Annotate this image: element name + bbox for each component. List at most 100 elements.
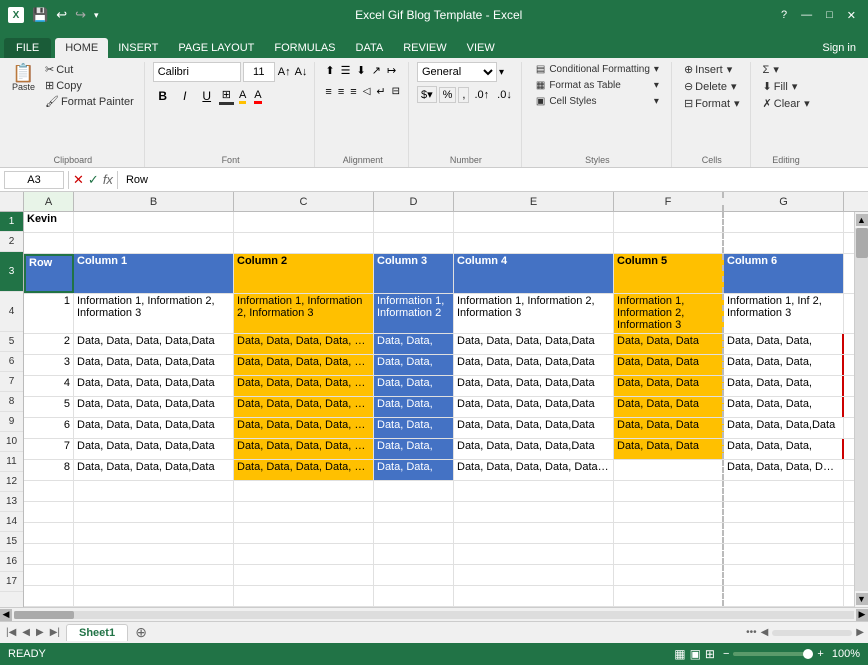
cell-a14[interactable] — [24, 523, 74, 543]
cell-a7[interactable]: 4 — [24, 376, 74, 396]
cell-d6[interactable]: Data, Data, — [374, 355, 454, 375]
cell-c17[interactable] — [234, 586, 374, 606]
cell-g6[interactable]: Data, Data, Data, — [724, 355, 844, 375]
scroll-left-btn[interactable]: ◀ — [0, 609, 12, 621]
cell-a13[interactable] — [24, 502, 74, 522]
percent-btn[interactable]: % — [439, 87, 457, 103]
insert-btn[interactable]: ⊕ Insert ▾ — [680, 62, 736, 77]
zoom-in-btn[interactable]: + — [817, 648, 823, 660]
cell-b15[interactable] — [74, 544, 234, 564]
restore-btn[interactable]: □ — [822, 7, 837, 23]
delete-btn[interactable]: ⊖ Delete ▾ — [680, 79, 741, 94]
cell-a4[interactable]: 1 — [24, 294, 74, 333]
cell-g15[interactable] — [724, 544, 844, 564]
cell-g8[interactable]: Data, Data, Data, — [724, 397, 844, 417]
last-sheet-btn[interactable]: ▶| — [48, 625, 62, 640]
cell-c8[interactable]: Data, Data, Data, Data, Data, — [234, 397, 374, 417]
cell-d11[interactable]: Data, Data, — [374, 460, 454, 480]
cell-c7[interactable]: Data, Data, Data, Data, Data, — [234, 376, 374, 396]
cell-d15[interactable] — [374, 544, 454, 564]
insert-function-btn[interactable]: fx — [103, 172, 113, 187]
cell-e13[interactable] — [454, 502, 614, 522]
row-num-1[interactable]: 1 — [0, 212, 23, 232]
sign-in-btn[interactable]: Sign in — [814, 38, 864, 58]
normal-view-btn[interactable]: ▦ — [674, 647, 685, 661]
indent-btn[interactable]: ↦ — [385, 62, 398, 79]
cell-e17[interactable] — [454, 586, 614, 606]
cell-c9[interactable]: Data, Data, Data, Data, Data, — [234, 418, 374, 438]
minimize-btn[interactable]: — — [797, 7, 816, 23]
cell-f14[interactable] — [614, 523, 724, 543]
underline-btn[interactable]: U — [197, 86, 217, 106]
next-sheet-btn[interactable]: ▶ — [34, 625, 46, 640]
italic-btn[interactable]: I — [175, 86, 195, 106]
cell-ref-input[interactable] — [4, 171, 64, 189]
cell-f4[interactable]: Information 1, Information 2, Informatio… — [614, 294, 724, 333]
row-num-17[interactable]: 17 — [0, 572, 23, 592]
cell-f15[interactable] — [614, 544, 724, 564]
format-painter-btn[interactable]: 🖌 Format Painter — [41, 94, 138, 109]
cell-g5[interactable]: Data, Data, Data, — [724, 334, 844, 354]
cell-g14[interactable] — [724, 523, 844, 543]
cell-c6[interactable]: Data, Data, Data, Data, Data, — [234, 355, 374, 375]
cell-c3[interactable]: Column 2 — [234, 254, 374, 293]
increase-font-btn[interactable]: A↑ — [277, 65, 292, 79]
cell-e14[interactable] — [454, 523, 614, 543]
bold-btn[interactable]: B — [153, 86, 173, 106]
conditional-formatting-btn[interactable]: ▤ Conditional Formatting ▾ — [530, 62, 665, 77]
format-btn[interactable]: ⊟ Format ▾ — [680, 96, 744, 111]
add-sheet-btn[interactable]: ⊕ — [132, 624, 150, 642]
h-scroll-right[interactable]: ▶ — [856, 627, 864, 638]
cell-b14[interactable] — [74, 523, 234, 543]
row-num-4[interactable]: 4 — [0, 292, 23, 332]
fill-color-btn[interactable]: A — [236, 88, 249, 105]
cell-g7[interactable]: Data, Data, Data, — [724, 376, 844, 396]
cell-b10[interactable]: Data, Data, Data, Data,Data — [74, 439, 234, 459]
align-top-btn[interactable]: ⬆ — [323, 62, 336, 79]
cell-e16[interactable] — [454, 565, 614, 585]
cell-a6[interactable]: 3 — [24, 355, 74, 375]
page-break-btn[interactable]: ⊞ — [705, 647, 715, 661]
tab-review[interactable]: REVIEW — [393, 38, 456, 58]
cell-e15[interactable] — [454, 544, 614, 564]
cell-e12[interactable] — [454, 481, 614, 501]
row-num-6[interactable]: 6 — [0, 352, 23, 372]
cell-f6[interactable]: Data, Data, Data — [614, 355, 724, 375]
tab-formulas[interactable]: FORMULAS — [264, 38, 345, 58]
cell-e2[interactable] — [454, 233, 614, 253]
cell-e9[interactable]: Data, Data, Data, Data,Data — [454, 418, 614, 438]
thousands-btn[interactable]: , — [458, 87, 469, 103]
cell-c1[interactable] — [234, 212, 374, 232]
cell-c12[interactable] — [234, 481, 374, 501]
scroll-right-btn[interactable]: ▶ — [856, 609, 868, 621]
cell-g12[interactable] — [724, 481, 844, 501]
row-num-15[interactable]: 15 — [0, 532, 23, 552]
zoom-thumb[interactable] — [803, 649, 813, 659]
copy-btn[interactable]: ⊞ Copy — [41, 78, 138, 93]
cell-a2[interactable] — [24, 233, 74, 253]
tab-data[interactable]: DATA — [346, 38, 394, 58]
cell-g3[interactable]: Column 6 — [724, 254, 844, 293]
cell-b4[interactable]: Information 1, Information 2, Informatio… — [74, 294, 234, 333]
align-center-btn[interactable]: ≡ — [336, 84, 346, 100]
col-header-c[interactable]: C — [234, 192, 374, 211]
col-header-a[interactable]: A — [24, 192, 74, 211]
wrap-text-btn[interactable]: ↵ — [374, 83, 387, 100]
cell-a8[interactable]: 5 — [24, 397, 74, 417]
cell-g16[interactable] — [724, 565, 844, 585]
cell-a5[interactable]: 2 — [24, 334, 74, 354]
cell-d17[interactable] — [374, 586, 454, 606]
cell-d12[interactable] — [374, 481, 454, 501]
cell-d3[interactable]: Column 3 — [374, 254, 454, 293]
tab-file[interactable]: FILE — [4, 38, 51, 58]
cell-e7[interactable]: Data, Data, Data, Data,Data — [454, 376, 614, 396]
cell-e6[interactable]: Data, Data, Data, Data,Data — [454, 355, 614, 375]
cell-e1[interactable] — [454, 212, 614, 232]
col-header-d[interactable]: D — [374, 192, 454, 211]
row-num-9[interactable]: 9 — [0, 412, 23, 432]
row-num-11[interactable]: 11 — [0, 452, 23, 472]
zoom-slider[interactable] — [733, 652, 813, 656]
row-num-2[interactable]: 2 — [0, 232, 23, 252]
cell-f12[interactable] — [614, 481, 724, 501]
cell-c4[interactable]: Information 1, Information 2, Informatio… — [234, 294, 374, 333]
